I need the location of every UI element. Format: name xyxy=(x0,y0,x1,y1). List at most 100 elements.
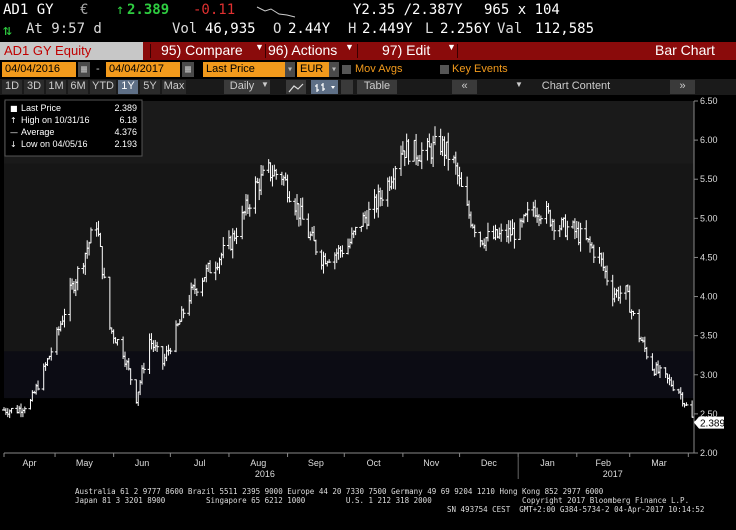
legend-marker: ↓ xyxy=(10,140,17,149)
high-label: H xyxy=(348,21,357,37)
x-tick-label: Aug xyxy=(250,458,266,468)
last-price-tag: 2.389 xyxy=(694,416,725,430)
chart-title: Bar Chart xyxy=(655,42,715,58)
frequency-dropdown-icon[interactable]: ▼ xyxy=(260,80,270,94)
band-middle xyxy=(4,351,694,399)
divider xyxy=(265,44,266,58)
y-tick-label: 4.50 xyxy=(700,252,718,262)
quote-line-1: AD1 GY € ↑ 2.389 -0.11 Y2.35 /2.387Y 965… xyxy=(0,2,736,20)
calendar-icon[interactable]: ▦ xyxy=(78,62,90,77)
price-change: -0.11 xyxy=(193,2,236,18)
currency-symbol: € xyxy=(80,2,89,18)
period-max-button[interactable]: Max xyxy=(162,80,186,94)
legend-marker: — xyxy=(10,128,18,137)
divider xyxy=(457,44,458,58)
edit-button[interactable]: 97) Edit xyxy=(382,42,430,60)
y-tick-label: 5.00 xyxy=(700,213,718,223)
up-arrow-icon: ↑ xyxy=(116,2,125,18)
x-tick-label: Jun xyxy=(135,458,150,468)
calendar-icon[interactable]: ▦ xyxy=(182,62,194,77)
value-label: Val xyxy=(497,21,523,37)
open-label: O xyxy=(273,21,282,37)
compare-dropdown-icon[interactable]: ▼ xyxy=(255,42,264,60)
start-date-input[interactable]: 04/04/2016 xyxy=(2,62,76,77)
legend-value: 6.18 xyxy=(119,115,137,125)
chart-content-dropdown-icon[interactable]: ▼ xyxy=(514,80,524,94)
ticker-label: AD1 GY xyxy=(3,2,54,18)
value-traded: 112,585 xyxy=(535,21,595,37)
period-1y-button[interactable]: 1Y xyxy=(118,80,138,94)
price-chart[interactable]: 2.002.503.003.504.004.505.005.506.006.50… xyxy=(0,96,736,486)
y-tick-label: 3.50 xyxy=(700,331,718,341)
field-select[interactable]: Last Price xyxy=(203,62,287,77)
bid-ask: Y2.35 /2.387Y xyxy=(353,2,463,18)
low-label: L xyxy=(425,21,434,37)
x-tick-label: Sep xyxy=(308,458,324,468)
security-field[interactable]: AD1 GY Equity xyxy=(0,42,143,60)
line-chart-icon[interactable] xyxy=(286,80,306,94)
period-3d-button[interactable]: 3D xyxy=(24,80,44,94)
bar-chart-icon[interactable] xyxy=(311,80,338,94)
y-tick-label: 5.50 xyxy=(700,174,718,184)
x-tick-label: Dec xyxy=(481,458,498,468)
period-6m-button[interactable]: 6M xyxy=(68,80,88,94)
chart-content-button[interactable]: Chart Content xyxy=(526,80,626,94)
low-value: 2.256Y xyxy=(440,21,491,37)
controls-bar: 04/04/2016 ▦ - 04/04/2017 ▦ Last Price ▾… xyxy=(0,61,736,78)
divider xyxy=(150,44,151,58)
x-tick-label: Oct xyxy=(367,458,382,468)
actions-dropdown-icon[interactable]: ▼ xyxy=(345,42,354,60)
band-lower xyxy=(4,398,694,453)
frequency-label: Daily xyxy=(229,80,255,92)
x-axis: Apr May Jun Jul Aug Sep Oct Nov Dec Jan Feb Mar 2016… xyxy=(3,452,694,479)
edit-dropdown-icon[interactable]: ▼ xyxy=(447,42,456,60)
y-tick-label: 3.00 xyxy=(700,370,718,380)
period-bar: 1D 3D 1M 6M YTD 1Y 5Y Max Daily ▼ Table « ▼ Cha… xyxy=(0,79,736,95)
period-1m-button[interactable]: 1M xyxy=(46,80,66,94)
legend-label: High on 10/31/16 xyxy=(21,115,90,125)
key-events-label: Key Events xyxy=(452,63,508,75)
legend-marker: ■ xyxy=(10,104,18,113)
key-events-checkbox[interactable] xyxy=(440,65,449,74)
expand-right-icon[interactable]: » xyxy=(670,80,695,94)
x-tick-label: Mar xyxy=(651,458,667,468)
year-label: 2016 xyxy=(255,469,275,479)
legend-label: Low on 04/05/16 xyxy=(21,139,88,149)
x-tick-label: Feb xyxy=(596,458,612,468)
end-date-input[interactable]: 04/04/2017 xyxy=(106,62,180,77)
mov-avgs-checkbox[interactable] xyxy=(342,65,351,74)
divider xyxy=(357,44,358,58)
mov-avgs-label: Mov Avgs xyxy=(355,63,403,75)
chart-type-dropdown-icon[interactable] xyxy=(341,80,353,94)
period-ytd-button[interactable]: YTD xyxy=(90,80,116,94)
sparkline-icon xyxy=(256,6,296,18)
last-price-tag-label: 2.389 xyxy=(700,419,725,430)
currency-dropdown-icon[interactable]: ▾ xyxy=(329,62,339,77)
high-value: 2.449Y xyxy=(362,21,413,37)
last-price: 2.389 xyxy=(127,2,170,18)
footer-session: SN 493754 CEST GMT+2:00 G384-5734-2 04-A… xyxy=(447,505,705,514)
legend-value: 4.376 xyxy=(114,127,137,137)
y-tick-label: 4.00 xyxy=(700,292,718,302)
table-button[interactable]: Table xyxy=(357,80,397,94)
tick-arrows-icon: ⇅ xyxy=(3,21,13,39)
band-core xyxy=(4,163,694,352)
date-range-separator: - xyxy=(96,63,100,75)
period-1d-button[interactable]: 1D xyxy=(2,80,22,94)
collapse-left-icon[interactable]: « xyxy=(452,80,477,94)
legend-label: Last Price xyxy=(21,103,61,113)
legend-value: 2.389 xyxy=(114,103,137,113)
bid-ask-size: 965 x 104 xyxy=(484,2,560,18)
year-label: 2017 xyxy=(603,469,623,479)
compare-button[interactable]: 95) Compare xyxy=(161,42,243,60)
legend-value: 2.193 xyxy=(114,139,137,149)
actions-button[interactable]: 96) Actions xyxy=(268,42,337,60)
y-tick-label: 6.50 xyxy=(700,96,718,106)
footer: Australia 61 2 9777 8600 Brazil 5511 239… xyxy=(0,486,736,530)
period-5y-button[interactable]: 5Y xyxy=(140,80,160,94)
legend-marker: ↑ xyxy=(10,116,17,125)
volume-value: 46,935 xyxy=(205,21,256,37)
currency-select[interactable]: EUR xyxy=(297,62,331,77)
function-bar: AD1 GY Equity 95) Compare ▼ 96) Actions … xyxy=(0,42,736,60)
field-dropdown-icon[interactable]: ▾ xyxy=(285,62,295,77)
